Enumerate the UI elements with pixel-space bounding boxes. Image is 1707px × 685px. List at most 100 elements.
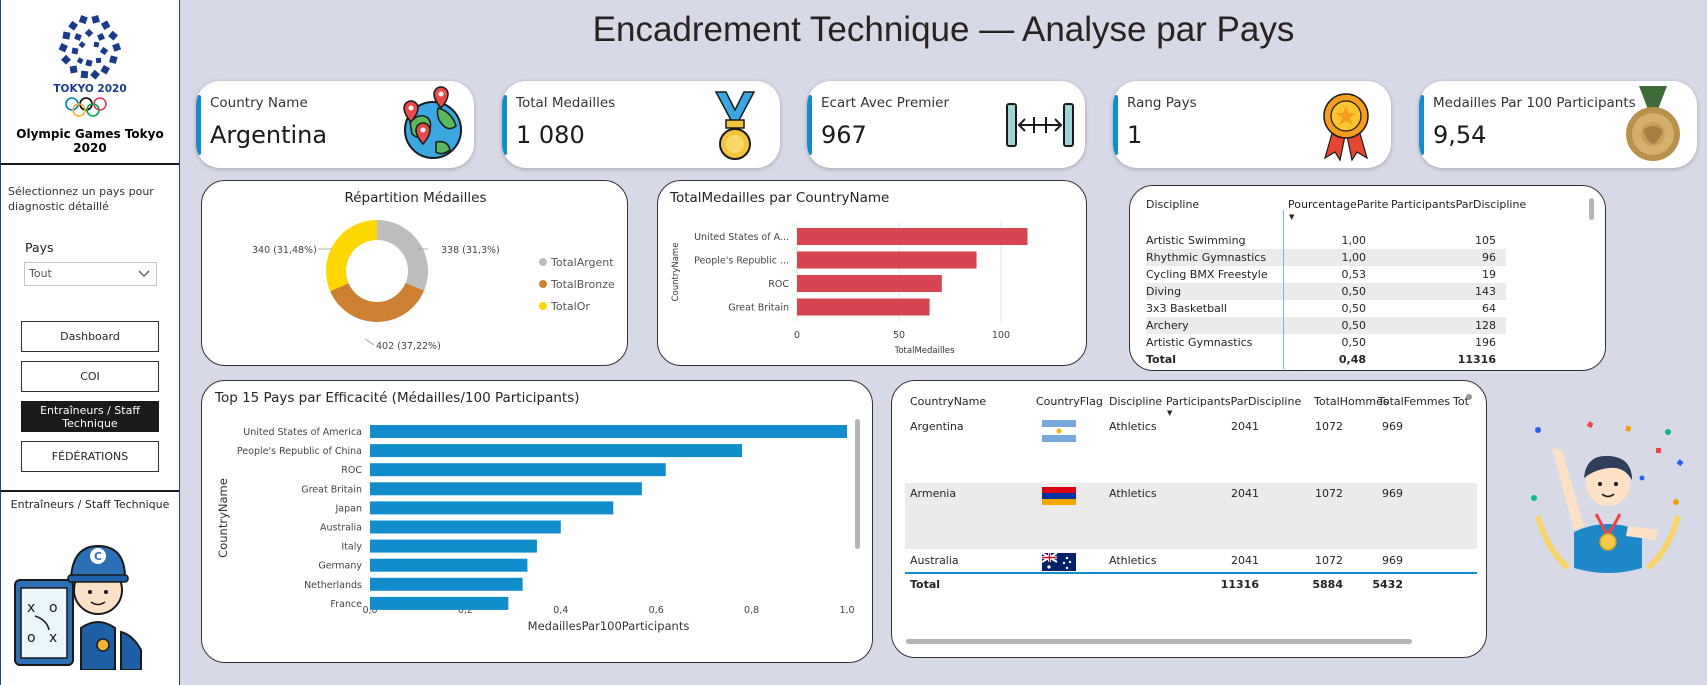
nav-entraineurs-button[interactable]: Entraîneurs / Staff Technique xyxy=(21,401,159,432)
discipline-cell: 3x3 Basketball xyxy=(1146,302,1227,315)
y-category-label: Japan xyxy=(335,503,363,514)
table-row[interactable]: Diving 0,50 143 xyxy=(1146,283,1506,300)
country-cell: Australia xyxy=(910,554,959,567)
y-category-label: Germany xyxy=(318,561,362,572)
table-row[interactable]: Archery 0,50 128 xyxy=(1146,317,1506,334)
efficacite-bar-chart: 0,0 0,2 0,4 0,6 0,8 1,0United States of Ameri… xyxy=(216,425,855,633)
kpi-value: 9,54 xyxy=(1433,121,1487,149)
table-row[interactable]: 3x3 Basketball 0,50 64 xyxy=(1146,300,1506,317)
repartition-medailles-panel: Répartition Médailles 338 (31,3%) 402 (3… xyxy=(201,180,628,366)
nav-coi-button[interactable]: COI xyxy=(21,361,159,392)
horizontal-scrollbar[interactable] xyxy=(906,639,1412,644)
y-category-label: ROC xyxy=(341,465,362,476)
donut-slice-totalbronze[interactable] xyxy=(330,282,425,322)
discipline-cell: Artistic Gymnastics xyxy=(1146,336,1253,349)
table-row[interactable]: Cycling BMX Freestyle 0,53 19 xyxy=(1146,266,1506,283)
bar[interactable] xyxy=(370,558,528,572)
femmes-cell: 969 xyxy=(1382,420,1403,433)
parite-cell: 1,00 xyxy=(1341,251,1367,264)
bar[interactable] xyxy=(797,228,1028,245)
column-header[interactable]: ParticipantsParDiscipline xyxy=(1391,198,1526,211)
hommes-cell: 1072 xyxy=(1315,554,1343,567)
y-category-label: ROC xyxy=(768,279,789,290)
table-row[interactable]: Armenia Athletics 2041 1072 969 xyxy=(905,483,1477,549)
participants-cell: 96 xyxy=(1482,251,1496,264)
column-header[interactable]: TotalFemmes xyxy=(1378,395,1450,408)
section-label: Entraîneurs / Staff Technique xyxy=(10,498,170,511)
kpi-country-name-card: Country Name Argentina xyxy=(196,81,474,168)
armenia-flag-icon xyxy=(1042,487,1076,505)
nav-federations-button[interactable]: FÉDÉRATIONS xyxy=(21,441,159,472)
bar[interactable] xyxy=(370,482,642,496)
bar[interactable] xyxy=(370,463,666,477)
nav-dashboard-button[interactable]: Dashboard xyxy=(21,321,159,352)
tokyo-2020-logo: TOKYO 2020 xyxy=(1,10,179,124)
bar[interactable] xyxy=(797,251,977,269)
country-table-panel: CountryName CountryFlag Discipline Parti… xyxy=(891,380,1487,658)
discipline-cell: Rhythmic Gymnastics xyxy=(1146,251,1267,264)
column-header[interactable]: Discipline xyxy=(1146,198,1199,211)
legend-marker-bronze xyxy=(539,280,547,288)
parite-cell: 0,50 xyxy=(1341,285,1367,298)
x-tick-label: 0,6 xyxy=(649,605,664,616)
participants-cell: 143 xyxy=(1475,285,1496,298)
country-cell: Armenia xyxy=(910,487,957,500)
y-category-label: People's Republic ... xyxy=(694,256,789,267)
donut-slice-totalor[interactable] xyxy=(326,220,377,292)
svg-text:C: C xyxy=(94,550,102,563)
bar[interactable] xyxy=(370,501,614,515)
kpi-value: 1 080 xyxy=(516,121,585,149)
bar[interactable] xyxy=(370,577,523,591)
award-rosette-icon xyxy=(1307,86,1385,164)
discipline-cell: Athletics xyxy=(1109,420,1157,433)
total-participants: 11316 xyxy=(1220,578,1259,591)
table-total-row: Total 11316 5884 5432 xyxy=(905,574,1477,594)
bar[interactable] xyxy=(370,425,847,438)
table-row[interactable]: Artistic Gymnastics 0,50 196 xyxy=(1146,334,1506,351)
top15-efficacite-panel: Top 15 Pays par Efficacité (Médailles/10… xyxy=(201,380,873,663)
table-row[interactable]: Australia Athletics 2041 1072 969 xyxy=(905,550,1477,572)
column-header[interactable]: CountryFlag xyxy=(1036,395,1103,408)
country-table: CountryName CountryFlag Discipline Parti… xyxy=(892,381,1488,659)
bar[interactable] xyxy=(370,539,537,553)
svg-text:o: o xyxy=(27,630,36,646)
participants-cell: 2041 xyxy=(1231,420,1259,433)
kpi-label: Total Medailles xyxy=(516,95,616,111)
vertical-scrollbar[interactable] xyxy=(1589,198,1594,220)
bar[interactable] xyxy=(370,520,561,534)
discipline-table-panel: Discipline PourcentageParite ▼ Participa… xyxy=(1129,185,1606,371)
column-header[interactable]: CountryName xyxy=(910,395,986,408)
kpi-label: Country Name xyxy=(210,95,308,111)
bar[interactable] xyxy=(370,596,509,610)
column-header[interactable]: Discipline xyxy=(1109,395,1162,408)
discipline-cell: Artistic Swimming xyxy=(1146,234,1246,247)
kpi-label: Rang Pays xyxy=(1127,95,1197,111)
vertical-scrollbar[interactable] xyxy=(855,419,860,549)
discipline-cell: Cycling BMX Freestyle xyxy=(1146,268,1268,281)
bar[interactable] xyxy=(370,444,743,458)
column-header[interactable]: PourcentageParite xyxy=(1288,198,1388,211)
kpi-rang-pays-card: Rang Pays 1 xyxy=(1113,81,1391,168)
total-medailles-panel: TotalMedailles par CountryName 0 50 100 Uni… xyxy=(657,180,1087,366)
kpi-value: 1 xyxy=(1127,121,1143,149)
bar[interactable] xyxy=(797,275,942,292)
total-hommes: 5884 xyxy=(1312,578,1343,591)
column-header[interactable]: ParticipantsParDiscipline xyxy=(1166,395,1301,408)
y-category-label: Netherlands xyxy=(304,580,362,591)
donut-slice-totalargent[interactable] xyxy=(377,220,428,291)
y-category-label: Italy xyxy=(341,542,362,553)
pays-dropdown[interactable]: Tout xyxy=(24,262,157,286)
table-row[interactable]: Artistic Swimming 1,00 105 xyxy=(1146,232,1506,249)
x-axis-title: MedaillesPar100Participants xyxy=(528,619,690,633)
bar[interactable] xyxy=(797,298,930,316)
y-axis-title: CountryName xyxy=(671,243,681,302)
table-row[interactable]: Rhythmic Gymnastics 1,00 96 xyxy=(1146,249,1506,266)
y-category-label: Australia xyxy=(320,523,362,534)
kpi-value: Argentina xyxy=(210,121,328,149)
x-tick-label: 50 xyxy=(893,330,905,341)
table-row[interactable]: Argentina Athletics 2041 1072 969 xyxy=(905,416,1477,482)
hommes-cell: 1072 xyxy=(1315,420,1343,433)
donut-label-or: 340 (31,48%) xyxy=(252,245,317,256)
total-medailles-bar-chart: 0 50 100 United States of A... People's Repu… xyxy=(671,222,1028,356)
globe-pins-icon xyxy=(390,86,468,164)
